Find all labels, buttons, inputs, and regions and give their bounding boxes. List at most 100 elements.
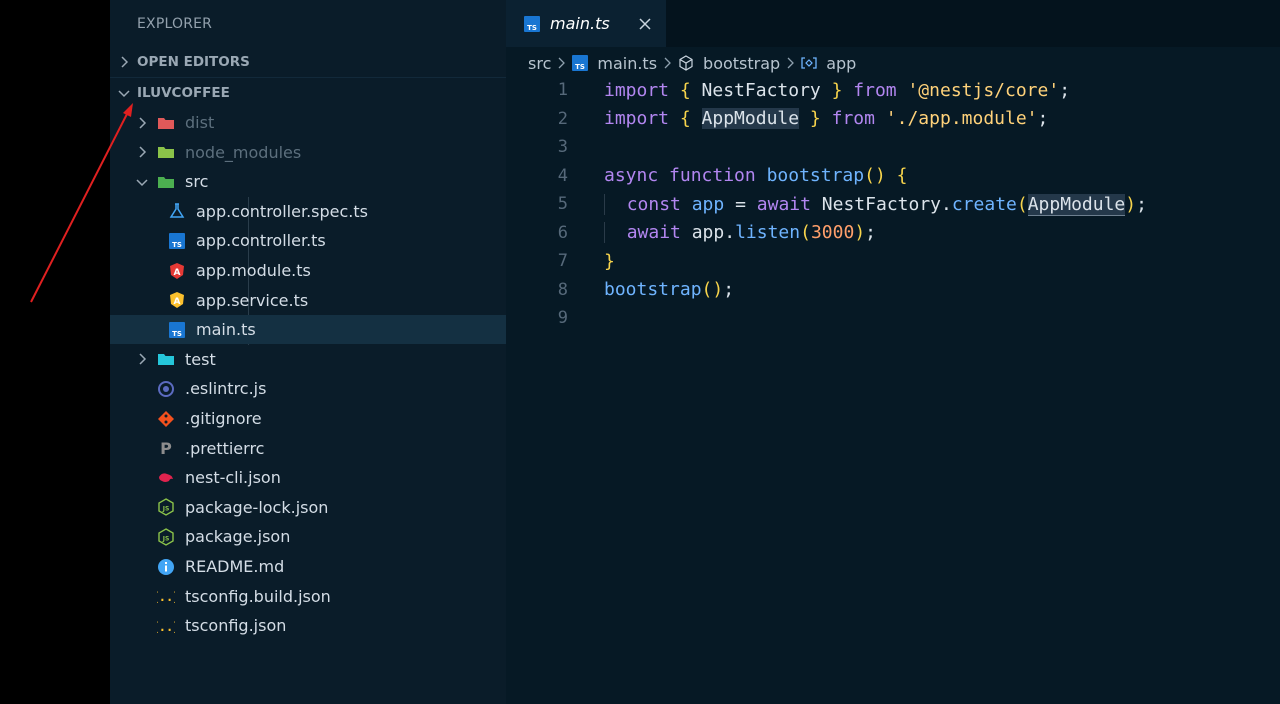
tree-file-app-controller-ts[interactable]: TS app.controller.ts [110,226,506,255]
code-text: import { NestFactory } from '@nestjs/cor… [604,80,1070,101]
close-icon[interactable] [638,17,652,31]
tree-item-label: nest-cli.json [185,468,281,488]
code-line: 8 bootstrap(); [506,276,1280,305]
code-token: import [604,79,680,101]
tree-file-eslintrc-js[interactable]: .eslintrc.js [110,374,506,403]
chevron-right-icon [121,56,129,68]
code-line: 9 [506,304,1280,333]
code-token: bootstrap [604,279,702,301]
tree-folder-dist[interactable]: dist [110,108,506,137]
code-token: ; [865,222,876,244]
explorer-sidebar: EXPLORER OPEN EDITORS ILUVCOFFEE dist nod… [110,0,506,704]
tree-folder-test[interactable]: test [110,345,506,374]
chevron-right-icon [664,57,671,69]
line-number: 1 [557,80,568,101]
tree-file-app-module-ts[interactable]: Aapp.module.ts [110,256,506,285]
svg-text:A: A [174,297,181,307]
code-token: create [951,193,1017,215]
tree-file-prettierrc[interactable]: P .prettierrc [110,434,506,463]
tree-file-tsconfig-json[interactable]: {..} tsconfig.json [110,611,506,640]
code-token: ) [854,222,866,244]
code-token: ; [1037,108,1049,130]
info-icon [158,558,174,575]
svg-text:P: P [160,439,172,457]
code-token [604,193,627,215]
code-text: async function bootstrap() { [604,165,907,186]
tree-file-package-json[interactable]: JS package.json [110,522,506,551]
code-token: { [679,79,702,101]
code-token: { [679,108,702,130]
line-number: 8 [557,279,568,300]
tree-file-package-lock-json[interactable]: JS package-lock.json [110,493,506,522]
tree-item-label: app.module.ts [196,261,311,280]
code-token: './app.module' [885,108,1038,130]
breadcrumb: src TS main.ts bootstrap app [528,50,856,76]
code-token: import [604,108,680,130]
tree-item-label: node_modules [185,142,302,162]
code-text: bootstrap(); [604,279,734,300]
breadcrumb-func[interactable]: bootstrap [703,54,780,73]
code-token: ; [723,279,735,301]
tree-file-app-service-ts[interactable]: Aapp.service.ts [110,286,506,315]
project-section-iluvcoffee[interactable]: ILUVCOFFEE [110,78,506,108]
code-line: 2 import { AppModule } from './app.module… [506,105,1280,134]
tree-file-gitignore[interactable]: .gitignore [110,404,506,433]
tree-folder-node-modules[interactable]: node_modules [110,138,506,167]
chevron-down-icon [118,90,130,98]
code-token: = [735,193,757,215]
angular-yellow-icon: A [170,292,184,309]
explorer-title: EXPLORER [137,16,213,32]
tree-item-label: app.service.ts [196,290,309,310]
folder-dist-icon [158,117,174,129]
prettier-icon: P [160,439,172,457]
tree-file-tsconfig-build-json[interactable]: {..} tsconfig.build.json [110,582,506,611]
typescript-icon: TS [572,55,589,71]
code-token: app. [691,222,736,244]
tree-item-label: app.controller.spec.ts [196,201,368,221]
code-token: await [756,193,822,215]
tree-item-label: README.md [185,557,285,576]
tree-item-label: test [185,349,216,369]
svg-text:{..}: {..} [157,620,175,634]
svg-text:JS: JS [162,506,170,513]
breadcrumb-var[interactable]: app [826,54,856,73]
tree-file-main-ts[interactable]: TS main.ts [110,315,506,345]
nodejs-icon: JS [158,528,174,546]
tree-item-label: .eslintrc.js [185,379,267,399]
chevron-right-icon [139,116,147,129]
tree-item-label: .gitignore [185,409,262,428]
tree-item-label: src [185,172,209,192]
code-token: ; [1059,79,1071,101]
code-token: ( [800,222,811,244]
code-token: '@nestjs/core' [907,79,1060,101]
code-token: () { [864,165,908,187]
code-view[interactable]: 1 import { NestFactory } from '@nestjs/co… [506,76,1280,333]
tree-file-nest-cli-json[interactable]: nest-cli.json [110,463,506,492]
code-token: from [853,79,908,101]
open-editors-section[interactable]: OPEN EDITORS [110,47,506,78]
chevron-right-icon [558,57,566,69]
git-icon [158,410,174,427]
tree-file-readme-md[interactable]: README.md [110,552,506,581]
code-line: 5 const app = await NestFactory.create(A… [506,190,1280,219]
tab-bar: TS main.ts [506,0,1280,47]
left-black-margin [0,0,110,704]
code-token: ; [1136,193,1147,215]
code-text: const app = await NestFactory.create(App… [604,193,1147,216]
code-token: AppModule [1027,193,1126,216]
json-braces-icon: {..} [157,590,175,604]
json-braces-icon: {..} [157,620,175,634]
open-editors-label: OPEN EDITORS [137,54,250,70]
tree-file-app-controller-spec-ts[interactable]: app.controller.spec.ts [110,197,506,226]
breadcrumb-src[interactable]: src [528,54,551,73]
code-token: from [831,108,886,130]
tree-item-label: dist [185,113,215,132]
code-token [604,222,627,244]
tab-main-ts[interactable]: TS main.ts [506,0,666,47]
tree-folder-src[interactable]: src [110,167,506,196]
tree-item-label: package.json [185,527,291,547]
breadcrumb-file[interactable]: main.ts [597,54,657,73]
code-token: } [604,250,615,272]
tree-item-label: tsconfig.json [185,616,287,636]
chevron-right-icon [139,353,147,365]
